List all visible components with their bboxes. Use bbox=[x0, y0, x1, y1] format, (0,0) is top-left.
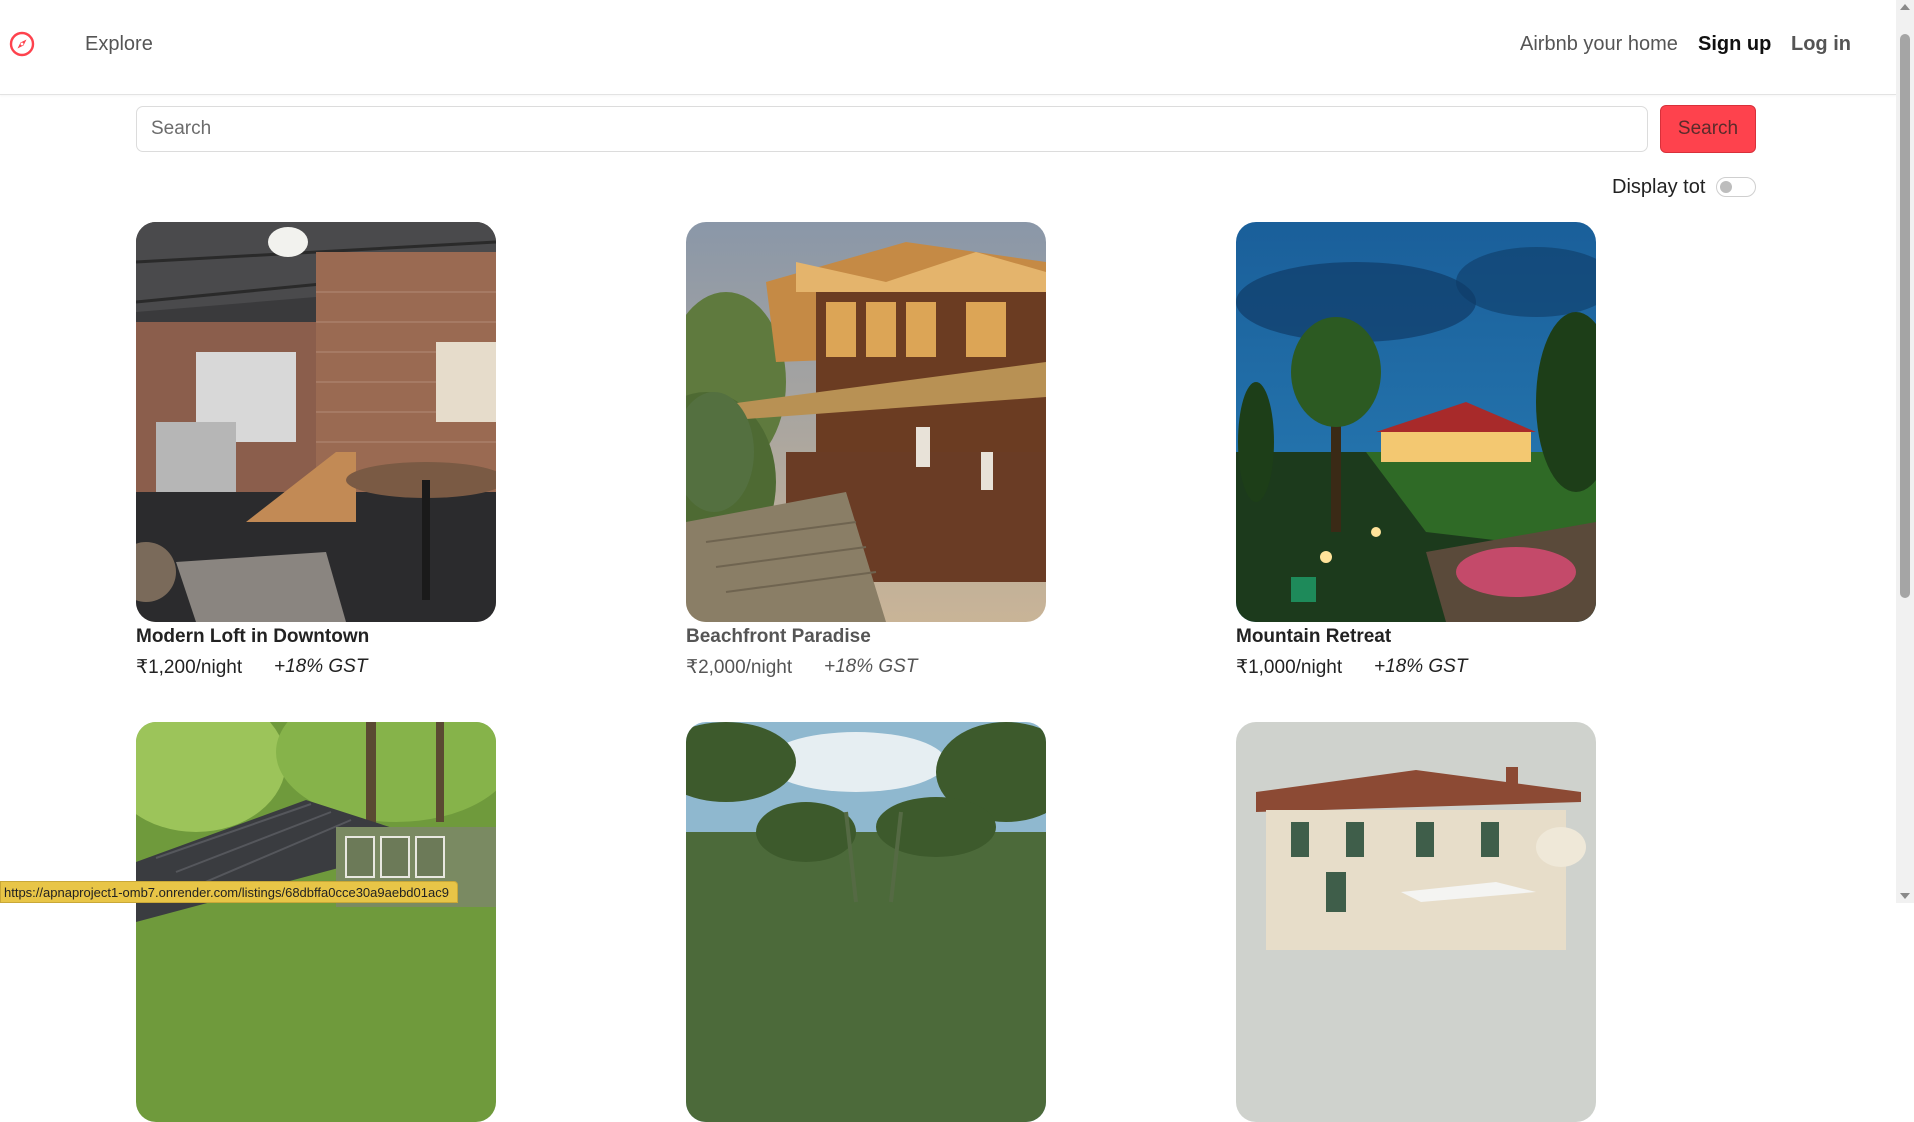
search-input[interactable] bbox=[136, 106, 1648, 152]
listing-title: Beachfront Paradise bbox=[686, 626, 871, 647]
nav-login-link[interactable]: Log in bbox=[1791, 33, 1851, 56]
listing-price: ₹1,200/night bbox=[136, 657, 243, 678]
nav-explore-link[interactable]: Explore bbox=[85, 33, 153, 56]
search-button[interactable]: Search bbox=[1660, 105, 1756, 153]
tax-toggle-label: Display tot bbox=[1612, 176, 1706, 198]
listing-gst: +18% GST bbox=[824, 656, 918, 677]
toggle-knob bbox=[1720, 181, 1732, 193]
listing-title: Modern Loft in Downtown bbox=[136, 626, 370, 647]
scrollbar-thumb[interactable] bbox=[1900, 34, 1910, 598]
listing-gst: +18% GST bbox=[274, 656, 368, 677]
listing-image[interactable] bbox=[686, 722, 1046, 1122]
listing-title: Mountain Retreat bbox=[1236, 626, 1392, 647]
listing-card[interactable] bbox=[136, 722, 496, 1122]
listing-card[interactable] bbox=[1236, 722, 1596, 1122]
listing-price: ₹2,000/night bbox=[686, 657, 793, 678]
listing-card[interactable] bbox=[686, 722, 1046, 1122]
listing-image[interactable] bbox=[1236, 722, 1596, 1122]
listing-card[interactable]: Modern Loft in Downtown ₹1,200/night +18… bbox=[136, 222, 496, 678]
listing-image[interactable] bbox=[686, 222, 1046, 622]
listing-image[interactable] bbox=[136, 722, 496, 1122]
page-scrollbar[interactable] bbox=[1896, 0, 1914, 903]
nav-signup-link[interactable]: Sign up bbox=[1698, 33, 1771, 56]
listing-image[interactable] bbox=[136, 222, 496, 622]
compass-icon[interactable] bbox=[9, 31, 35, 57]
nav-host-link[interactable]: Airbnb your home bbox=[1520, 33, 1678, 56]
listing-image[interactable] bbox=[1236, 222, 1596, 622]
navbar: Explore Airbnb your home Sign up Log in bbox=[0, 0, 1896, 95]
status-bar-url: https://apnaproject1-omb7.onrender.com/l… bbox=[0, 881, 458, 903]
listing-price: ₹1,000/night bbox=[1236, 657, 1343, 678]
scroll-down-arrow-icon[interactable] bbox=[1900, 893, 1910, 899]
listing-card[interactable]: Beachfront Paradise ₹2,000/night +18% GS… bbox=[686, 222, 1046, 678]
listing-gst: +18% GST bbox=[1374, 656, 1468, 677]
tax-toggle-switch[interactable] bbox=[1716, 177, 1756, 197]
listing-card[interactable]: Mountain Retreat ₹1,000/night +18% GST bbox=[1236, 222, 1596, 678]
scroll-up-arrow-icon[interactable] bbox=[1900, 4, 1910, 10]
